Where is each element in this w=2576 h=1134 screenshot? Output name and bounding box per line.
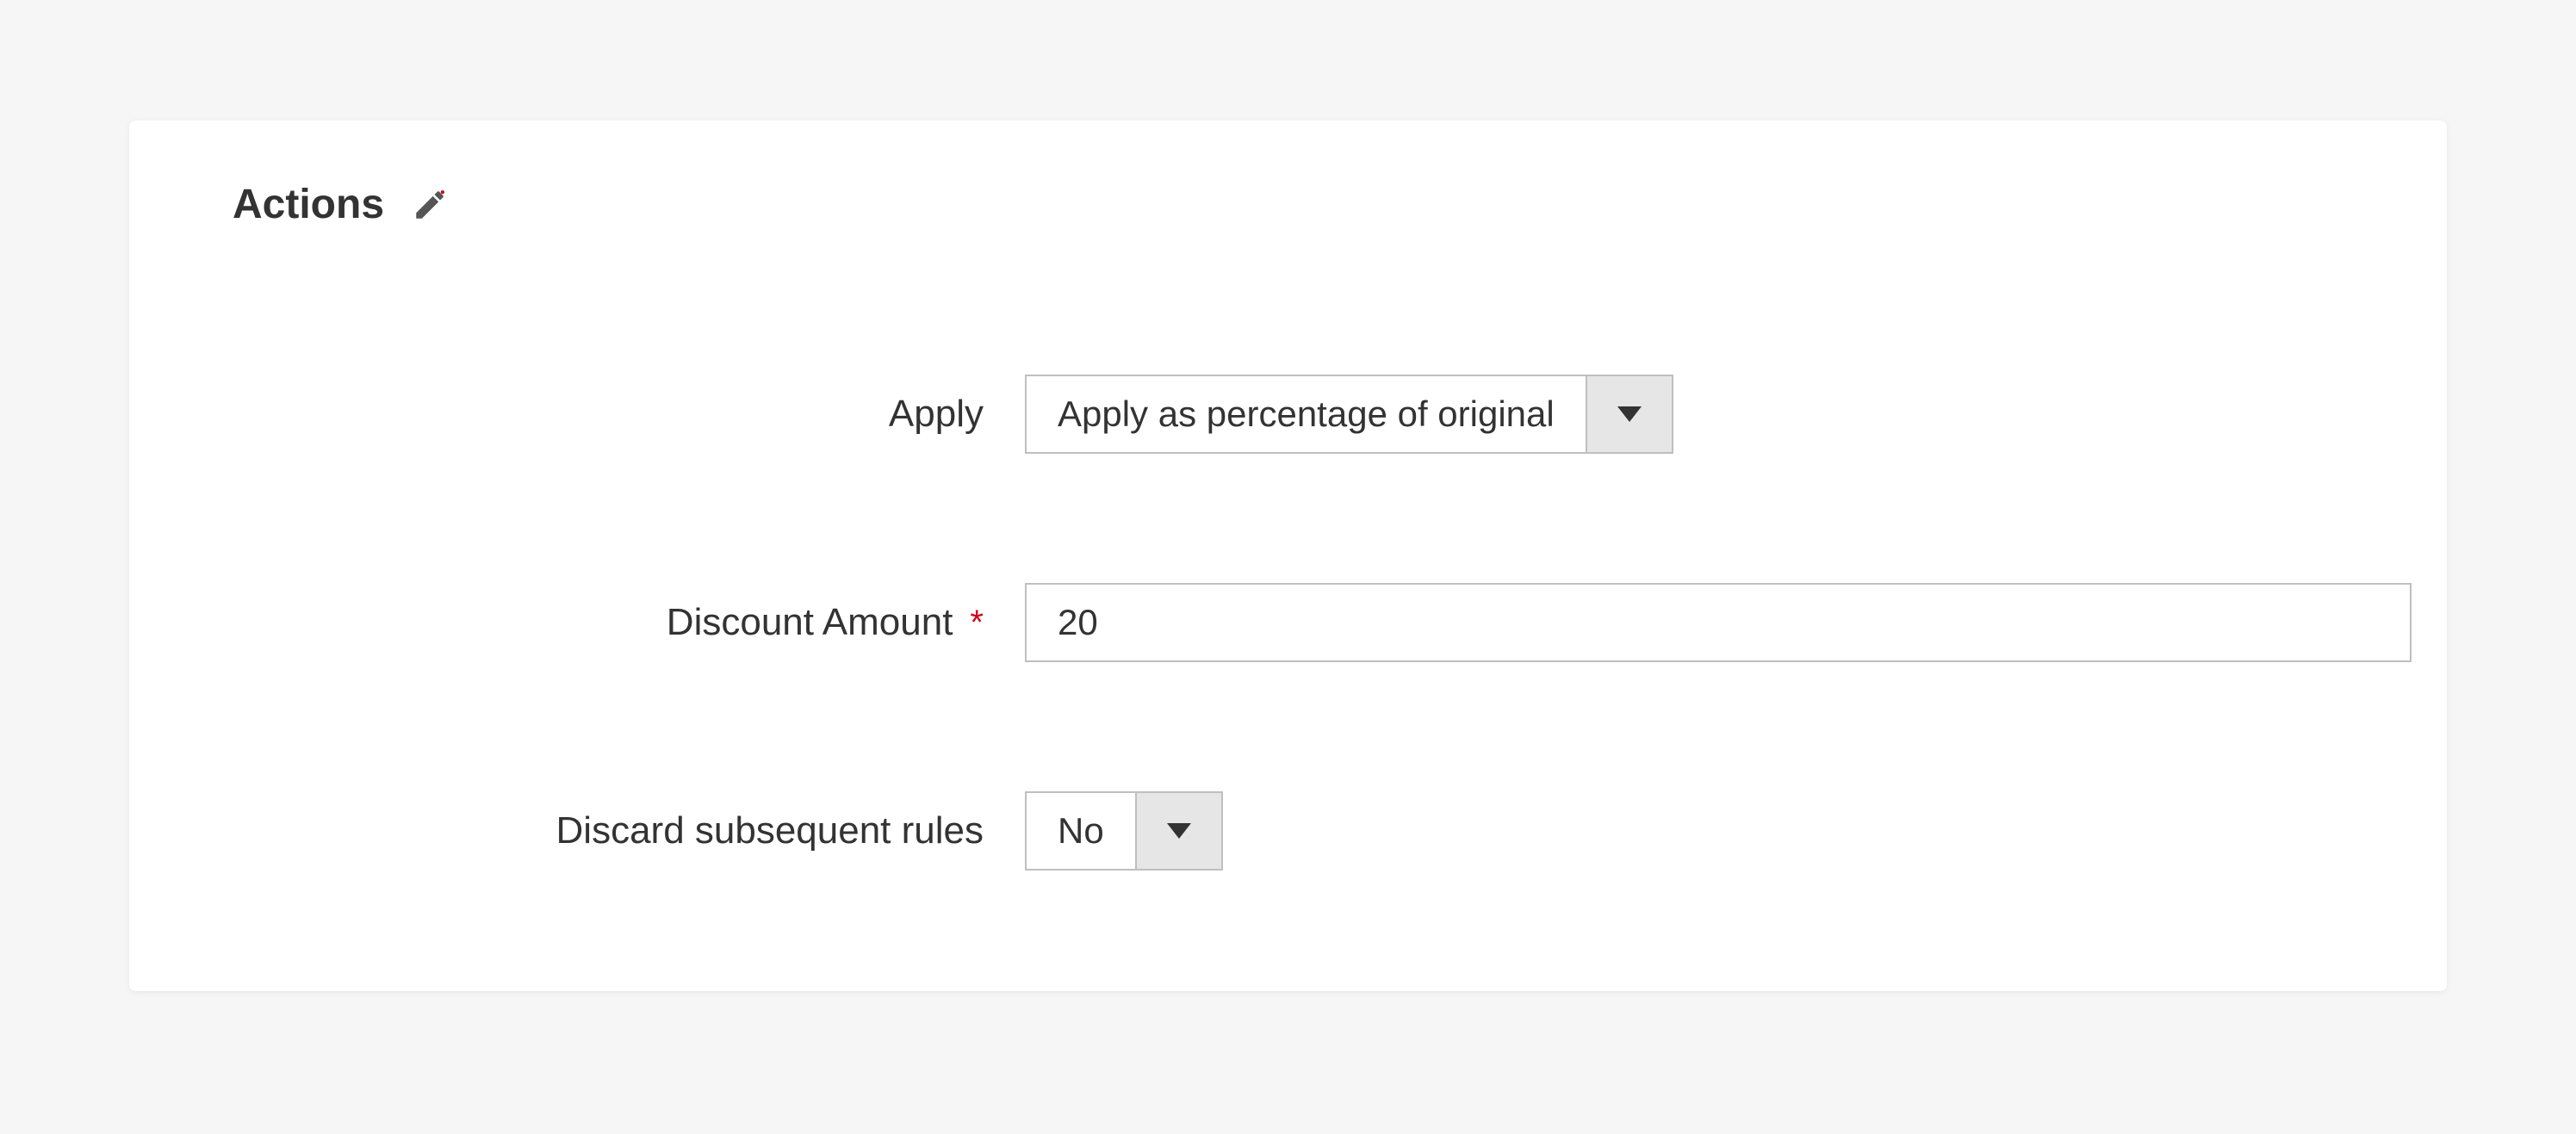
section-title: Actions [233, 181, 384, 228]
chevron-down-icon [1167, 823, 1191, 839]
apply-label: Apply [889, 393, 984, 436]
actions-panel: Actions Apply Apply as percentage of ori… [129, 121, 2447, 991]
discount-amount-input[interactable] [1025, 583, 2412, 662]
apply-select-value: Apply as percentage of original [1027, 376, 1586, 452]
discard-subsequent-label-wrap: Discard subsequent rules [233, 809, 1025, 852]
section-header: Actions [233, 181, 2343, 228]
field-row-discard-subsequent: Discard subsequent rules No [233, 791, 2343, 871]
discount-amount-label: Discount Amount [667, 601, 953, 644]
discount-amount-control-wrap [1025, 583, 2412, 662]
discount-amount-label-wrap: Discount Amount * [233, 601, 1025, 644]
apply-select-arrow[interactable] [1586, 376, 1672, 452]
apply-control-wrap: Apply as percentage of original [1025, 375, 2343, 454]
discard-subsequent-select[interactable]: No [1025, 791, 1223, 871]
discard-subsequent-label: Discard subsequent rules [556, 809, 984, 852]
discard-subsequent-select-value: No [1027, 793, 1135, 869]
chevron-down-icon [1617, 406, 1642, 422]
discard-subsequent-select-arrow[interactable] [1135, 793, 1221, 869]
discard-subsequent-control-wrap: No [1025, 791, 2343, 871]
apply-select[interactable]: Apply as percentage of original [1025, 375, 1673, 454]
field-row-discount-amount: Discount Amount * [233, 583, 2343, 662]
pencil-icon[interactable] [412, 187, 448, 223]
apply-label-wrap: Apply [233, 393, 1025, 436]
field-row-apply: Apply Apply as percentage of original [233, 375, 2343, 454]
required-asterisk: * [970, 604, 984, 642]
